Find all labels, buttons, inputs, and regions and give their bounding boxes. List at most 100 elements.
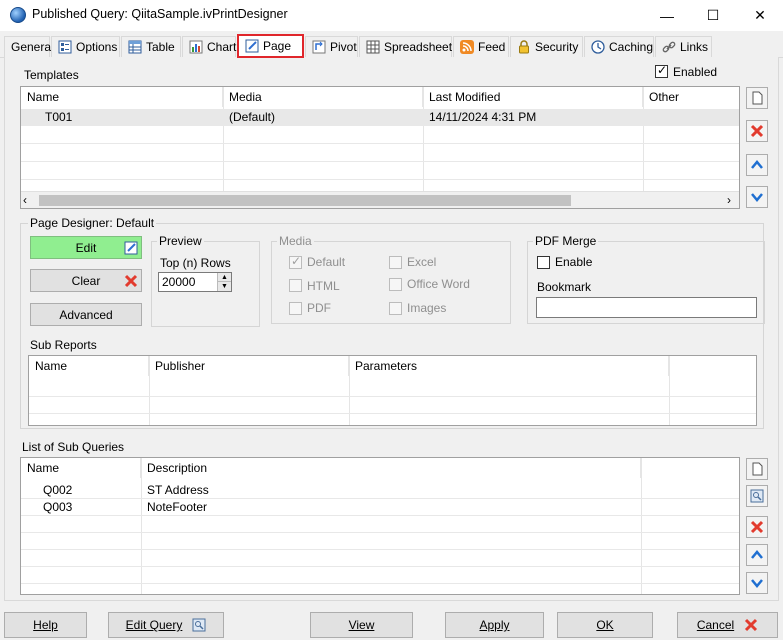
ok-label: OK — [596, 618, 614, 632]
edit-page-button[interactable]: Edit — [30, 236, 142, 259]
delete-icon — [745, 618, 758, 632]
clear-page-button[interactable]: Clear — [30, 269, 142, 292]
rss-feed-icon — [460, 40, 474, 54]
column-header-name[interactable]: Name — [21, 458, 141, 478]
tab-chart[interactable]: Chart — [182, 36, 236, 57]
arrow-down-icon — [751, 193, 763, 202]
chart-icon — [189, 40, 203, 54]
media-default-label: Default — [307, 255, 346, 269]
ok-button[interactable]: OK — [557, 612, 653, 638]
media-default-checkbox[interactable] — [289, 254, 302, 269]
templates-enabled-checkbox[interactable] — [655, 63, 668, 78]
sub-reports-header: Name Publisher Parameters — [29, 356, 756, 376]
media-html-checkbox[interactable] — [289, 279, 302, 292]
preview-title: Preview — [157, 234, 204, 248]
tab-label: Chart — [207, 40, 237, 54]
tab-page[interactable]: Page — [237, 34, 304, 58]
top-rows-value: 20000 — [162, 275, 196, 289]
stepper-down-icon[interactable]: ▼ — [217, 282, 231, 291]
query-edit-icon — [750, 489, 764, 503]
maximize-button[interactable]: ☐ — [690, 0, 736, 31]
advanced-button[interactable]: Advanced — [30, 303, 142, 326]
tab-options[interactable]: Options — [51, 36, 120, 57]
tab-label: Pivot — [330, 40, 357, 54]
tab-spreadsheet[interactable]: Spreadsheet — [359, 36, 452, 57]
tab-label: Table — [146, 40, 175, 54]
media-excel-checkbox[interactable] — [389, 256, 402, 269]
media-pdf-checkbox[interactable] — [289, 302, 302, 315]
edit-query-button[interactable]: Edit Query — [108, 612, 224, 638]
sub-query-description-cell: ST Address — [147, 483, 209, 497]
tab-caching[interactable]: Caching — [584, 36, 654, 57]
tab-label: Links — [680, 40, 709, 54]
tab-links[interactable]: Links — [655, 36, 712, 57]
delete-icon — [750, 124, 764, 138]
top-rows-stepper[interactable]: 20000 ▲ ▼ — [158, 272, 232, 292]
lock-icon — [517, 40, 531, 54]
column-header-other[interactable]: Other — [643, 87, 739, 107]
link-icon — [662, 40, 676, 54]
column-header-description[interactable]: Description — [141, 458, 641, 478]
media-images-label: Images — [407, 301, 447, 315]
media-office-word-checkbox[interactable] — [389, 278, 402, 291]
move-template-down-button[interactable] — [746, 186, 768, 208]
view-button[interactable]: View — [310, 612, 413, 638]
template-other-cell — [643, 109, 649, 126]
media-excel-label: Excel — [407, 255, 437, 269]
media-images-checkbox[interactable] — [389, 302, 402, 315]
scrollbar-thumb[interactable] — [39, 195, 571, 206]
pdf-merge-enable-checkbox[interactable] — [537, 256, 550, 269]
close-window-button[interactable]: ✕ — [737, 0, 783, 31]
new-template-button[interactable] — [746, 87, 768, 109]
tab-label: Spreadsheet — [384, 40, 453, 54]
templates-enabled-label: Enabled — [673, 65, 718, 79]
scroll-right-icon[interactable]: › — [727, 193, 731, 207]
delete-template-button[interactable] — [746, 120, 768, 142]
new-sub-query-button[interactable] — [746, 458, 768, 480]
sub-reports-table: Name Publisher Parameters — [28, 355, 757, 426]
minimize-button[interactable]: — — [644, 0, 690, 31]
delete-sub-query-button[interactable] — [746, 516, 768, 538]
cancel-button[interactable]: Cancel — [677, 612, 778, 638]
edit-label: Edit — [75, 240, 97, 255]
media-pdf-label: PDF — [307, 301, 331, 315]
tab-security[interactable]: Security — [510, 36, 583, 57]
help-button[interactable]: Help — [4, 612, 87, 638]
empty-row — [21, 516, 739, 533]
empty-row — [29, 380, 756, 397]
move-sub-query-down-button[interactable] — [746, 572, 768, 594]
column-header-publisher[interactable]: Publisher — [149, 356, 349, 376]
move-sub-query-up-button[interactable] — [746, 544, 768, 566]
column-header-name[interactable]: Name — [21, 87, 223, 107]
sub-query-description-cell: NoteFooter — [147, 500, 208, 514]
apply-button[interactable]: Apply — [445, 612, 544, 638]
stepper-up-icon[interactable]: ▲ — [217, 273, 231, 282]
empty-row — [21, 145, 739, 162]
tab-feed[interactable]: Feed — [453, 36, 509, 57]
table-row[interactable]: T001 (Default) 14/11/2024 4:31 PM — [21, 109, 739, 126]
scroll-left-icon[interactable]: ‹ — [23, 193, 27, 207]
column-header-name[interactable]: Name — [29, 356, 149, 376]
title-bar: Published Query: QiitaSample.ivPrintDesi… — [0, 0, 783, 31]
arrow-down-icon — [751, 579, 763, 588]
column-header-parameters[interactable]: Parameters — [349, 356, 669, 376]
move-template-up-button[interactable] — [746, 154, 768, 176]
page-designer-label: Page Designer: Default — [28, 216, 157, 230]
sub-query-name-cell: Q003 — [43, 500, 73, 514]
templates-table: Name Media Last Modified Other T001 (Def… — [20, 86, 740, 209]
tab-table[interactable]: Table — [121, 36, 181, 57]
tab-pivot[interactable]: Pivot — [305, 36, 358, 57]
horizontal-scrollbar[interactable]: ‹ › — [21, 191, 739, 208]
table-row[interactable]: Q002 ST Address — [21, 482, 739, 499]
new-page-icon — [752, 462, 763, 476]
query-edit-icon — [192, 618, 206, 632]
bookmark-input[interactable] — [536, 297, 757, 318]
column-header-last-modified[interactable]: Last Modified — [423, 87, 643, 107]
tab-label: Options — [76, 40, 118, 54]
edit-sub-query-button[interactable] — [746, 485, 768, 507]
templates-header: Name Media Last Modified Other — [21, 87, 739, 107]
media-html-label: HTML — [307, 279, 340, 293]
table-row[interactable]: Q003 NoteFooter — [21, 499, 739, 516]
column-header-media[interactable]: Media — [223, 87, 423, 107]
tab-general[interactable]: General — [4, 36, 54, 57]
